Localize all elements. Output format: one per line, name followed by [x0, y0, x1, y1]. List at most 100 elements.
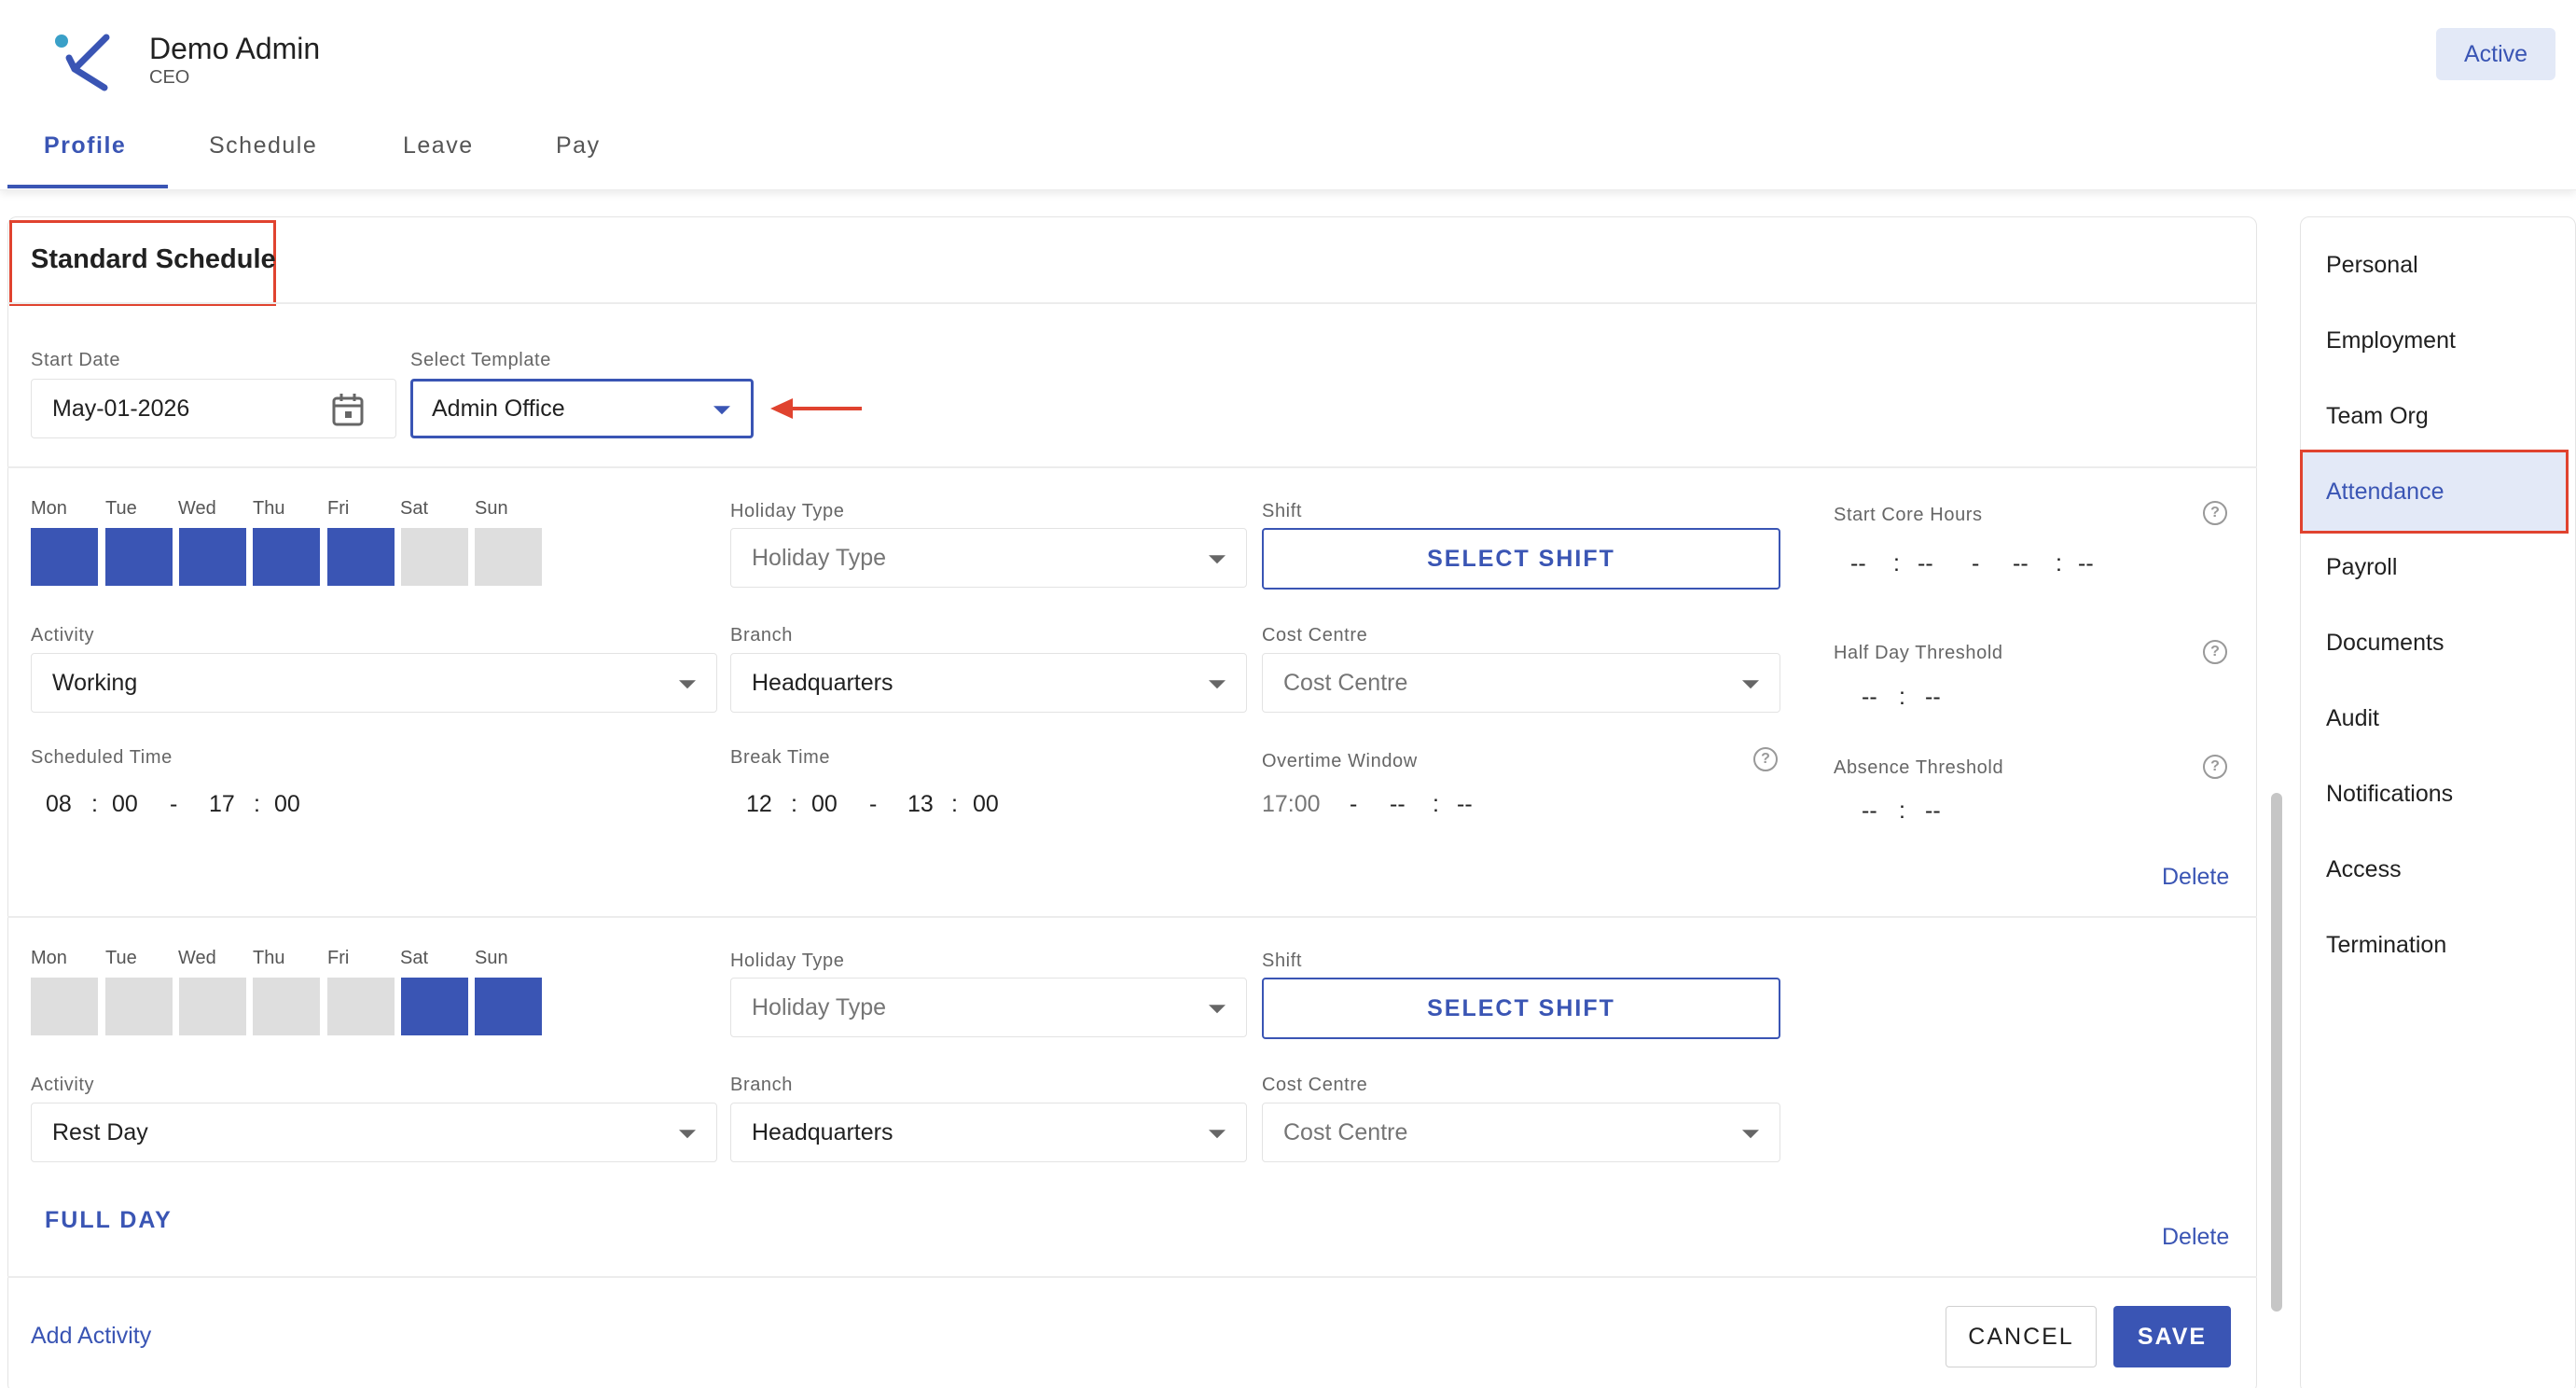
day-toggle-sun[interactable] [475, 528, 542, 586]
cost-centre-dropdown[interactable]: Cost Centre [1262, 653, 1780, 713]
chevron-down-icon [1742, 1130, 1759, 1139]
day-toggle-sat[interactable] [401, 978, 468, 1035]
day-toggle-tue[interactable] [105, 978, 173, 1035]
calendar-icon[interactable] [332, 393, 364, 426]
chevron-down-icon [713, 406, 730, 415]
core-start-hour[interactable]: -- [1850, 550, 1866, 577]
select-shift-button[interactable]: SELECT SHIFT [1262, 978, 1780, 1039]
delete-row-2-link[interactable]: Delete [2162, 1224, 2229, 1251]
holiday-type-label: Holiday Type [730, 501, 845, 521]
day-toggle-fri[interactable] [327, 528, 395, 586]
nav-item-notifications[interactable]: Notifications [2326, 781, 2453, 808]
nav-item-payroll[interactable]: Payroll [2326, 554, 2397, 581]
cost-centre-label: Cost Centre [1262, 1075, 1368, 1095]
overtime-window-label: Overtime Window [1262, 751, 1418, 771]
day-toggle-mon[interactable] [31, 528, 98, 586]
tab-schedule[interactable]: Schedule [209, 132, 317, 160]
time-separator: : [254, 791, 260, 817]
day-label-thu: Thu [253, 948, 285, 968]
absence-hour[interactable]: -- [1862, 798, 1877, 825]
nav-item-attendance[interactable]: Attendance [2326, 479, 2444, 506]
day-label-sat: Sat [400, 948, 429, 968]
branch-label: Branch [730, 625, 793, 645]
day-toggle-wed[interactable] [179, 528, 246, 586]
start-date-input[interactable]: May-01-2026 [31, 379, 396, 438]
branch-dropdown[interactable]: Headquarters [730, 1103, 1247, 1162]
section-title: Standard Schedule [31, 244, 276, 274]
activity-label: Activity [31, 1075, 95, 1095]
time-separator: : [1433, 791, 1439, 817]
nav-item-audit[interactable]: Audit [2326, 705, 2379, 732]
day-toggle-tue[interactable] [105, 528, 173, 586]
nav-item-termination[interactable]: Termination [2326, 932, 2446, 959]
absence-minute[interactable]: -- [1925, 798, 1941, 825]
arrow-left-annotation [770, 398, 862, 419]
day-label-tue: Tue [105, 498, 137, 519]
holiday-type-dropdown[interactable]: Holiday Type [730, 528, 1247, 588]
day-label-sun: Sun [475, 948, 508, 968]
day-toggle-fri[interactable] [327, 978, 395, 1035]
day-selector-row-2: Mon Tue Wed Thu Fri Sat Sun [31, 948, 553, 1041]
scheduled-end-minute[interactable]: 00 [274, 791, 300, 818]
tab-pay[interactable]: Pay [556, 132, 601, 160]
half-day-hour[interactable]: -- [1862, 684, 1877, 711]
break-start-minute[interactable]: 00 [811, 791, 838, 818]
nav-item-personal[interactable]: Personal [2326, 252, 2418, 279]
select-shift-button[interactable]: SELECT SHIFT [1262, 528, 1780, 590]
break-start-hour[interactable]: 12 [746, 791, 772, 818]
chevron-down-icon [1742, 680, 1759, 689]
help-circle-icon[interactable]: ? [2203, 640, 2227, 664]
overtime-end-minute[interactable]: -- [1457, 791, 1473, 818]
core-start-minute[interactable]: -- [1918, 550, 1933, 577]
branch-value: Headquarters [752, 1118, 893, 1145]
scrollbar-thumb[interactable] [2271, 793, 2282, 1312]
day-toggle-mon[interactable] [31, 978, 98, 1035]
day-toggle-sat[interactable] [401, 528, 468, 586]
start-date-label: Start Date [31, 350, 121, 370]
help-circle-icon[interactable]: ? [1753, 747, 1778, 771]
scheduled-end-hour[interactable]: 17 [209, 791, 235, 818]
day-toggle-thu[interactable] [253, 978, 320, 1035]
cancel-button[interactable]: CANCEL [1946, 1306, 2097, 1367]
overtime-end-hour[interactable]: -- [1390, 791, 1406, 818]
core-end-minute[interactable]: -- [2078, 550, 2094, 577]
tab-leave[interactable]: Leave [403, 132, 474, 160]
break-end-minute[interactable]: 00 [973, 791, 999, 818]
branch-dropdown[interactable]: Headquarters [730, 653, 1247, 713]
activity-dropdown[interactable]: Rest Day [31, 1103, 717, 1162]
day-toggle-thu[interactable] [253, 528, 320, 586]
select-template-value: Admin Office [432, 395, 565, 422]
full-day-button[interactable]: FULL DAY [45, 1207, 173, 1234]
time-range-dash: - [869, 791, 878, 817]
branch-value: Headquarters [752, 669, 893, 696]
half-day-minute[interactable]: -- [1925, 684, 1941, 711]
nav-item-access[interactable]: Access [2326, 856, 2402, 883]
nav-item-employment[interactable]: Employment [2326, 327, 2456, 354]
chevron-down-icon [679, 1130, 696, 1139]
delete-row-1-link[interactable]: Delete [2162, 864, 2229, 891]
day-toggle-wed[interactable] [179, 978, 246, 1035]
save-button[interactable]: SAVE [2113, 1306, 2231, 1367]
cost-centre-label: Cost Centre [1262, 625, 1368, 645]
cost-centre-dropdown[interactable]: Cost Centre [1262, 1103, 1780, 1162]
help-circle-icon[interactable]: ? [2203, 501, 2227, 525]
profile-header: Demo Admin CEO Active Profile Schedule L… [0, 0, 2576, 190]
day-label-tue: Tue [105, 948, 137, 968]
help-circle-icon[interactable]: ? [2203, 755, 2227, 779]
core-end-hour[interactable]: -- [2013, 550, 2029, 577]
cost-centre-placeholder: Cost Centre [1283, 669, 1408, 696]
time-range-dash: - [170, 791, 178, 817]
select-template-label: Select Template [410, 350, 551, 370]
add-activity-link[interactable]: Add Activity [31, 1323, 151, 1350]
select-template-dropdown[interactable]: Admin Office [410, 379, 754, 438]
holiday-type-dropdown[interactable]: Holiday Type [730, 978, 1247, 1037]
scheduled-start-hour[interactable]: 08 [46, 791, 72, 818]
day-toggle-sun[interactable] [475, 978, 542, 1035]
tab-profile[interactable]: Profile [44, 132, 126, 160]
overtime-start: 17:00 [1262, 791, 1321, 817]
activity-dropdown[interactable]: Working [31, 653, 717, 713]
break-end-hour[interactable]: 13 [907, 791, 934, 818]
nav-item-team-org[interactable]: Team Org [2326, 403, 2429, 430]
scheduled-start-minute[interactable]: 00 [112, 791, 138, 818]
nav-item-documents[interactable]: Documents [2326, 630, 2444, 657]
